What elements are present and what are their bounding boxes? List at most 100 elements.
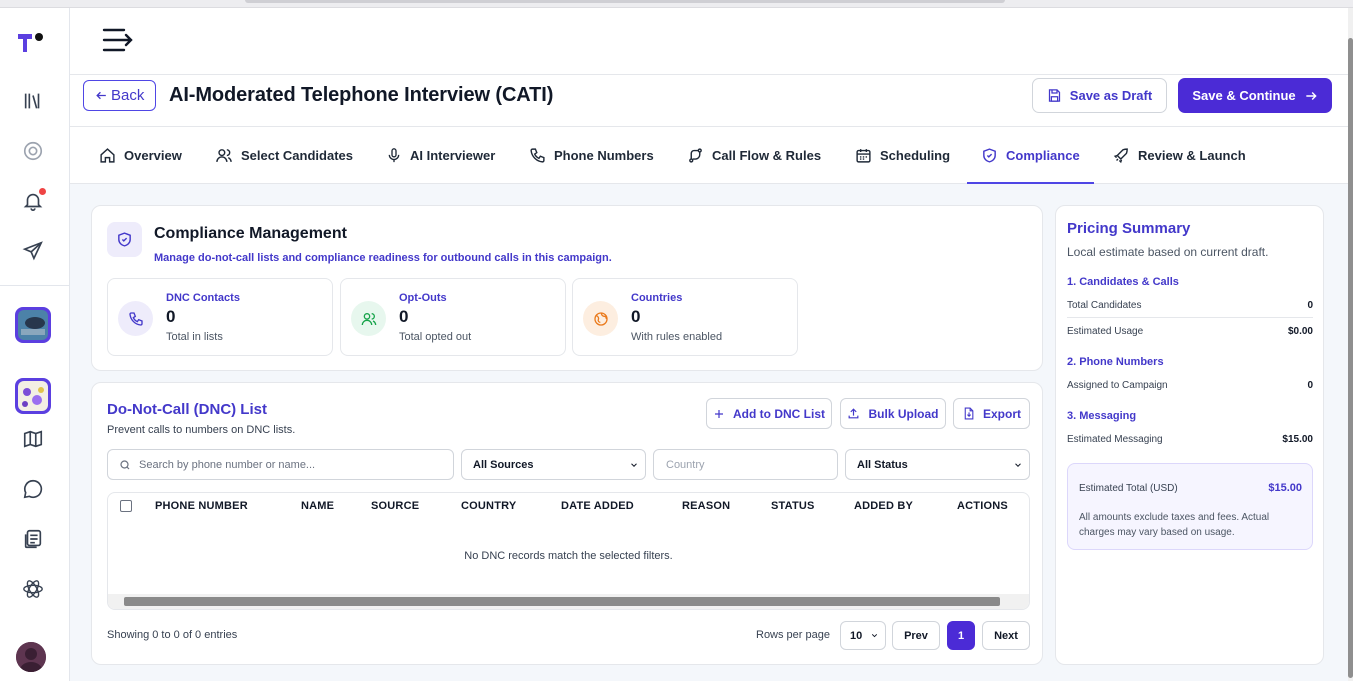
column-header[interactable]: SOURCE: [371, 500, 419, 512]
tab-label: Review & Launch: [1138, 148, 1246, 163]
stat-value: 0: [166, 307, 176, 326]
pricing-row-value: 0: [1307, 299, 1313, 311]
next-page-button[interactable]: Next: [982, 621, 1030, 650]
file-export-icon: [964, 407, 974, 420]
country-input[interactable]: Country: [653, 449, 838, 480]
app-thumbnail-1[interactable]: [15, 307, 51, 343]
map-icon[interactable]: [20, 426, 46, 452]
aperture-icon[interactable]: [20, 138, 46, 164]
tab-overview[interactable]: Overview: [99, 127, 182, 184]
page-scrollbar[interactable]: [1348, 8, 1353, 681]
send-icon[interactable]: [20, 238, 46, 264]
prev-page-button[interactable]: Prev: [892, 621, 940, 650]
page-1-button[interactable]: 1: [947, 621, 975, 650]
pricing-row-label: Assigned to Campaign: [1067, 379, 1168, 391]
atom-icon[interactable]: [20, 576, 46, 602]
tab-phone-numbers[interactable]: Phone Numbers: [529, 127, 654, 184]
tab-scheduling[interactable]: Scheduling: [855, 127, 950, 184]
app-header: [70, 8, 1350, 74]
branch-icon: [689, 148, 702, 163]
pricing-section-heading: 1. Candidates & Calls: [1067, 276, 1179, 288]
menu-toggle-icon[interactable]: [102, 26, 138, 56]
stat-caption: Total opted out: [399, 331, 472, 343]
column-header[interactable]: NAME: [301, 500, 334, 512]
phone-icon: [530, 148, 545, 163]
tab-label: Call Flow & Rules: [712, 148, 822, 163]
app-thumbnail-2[interactable]: [15, 378, 51, 414]
back-button[interactable]: Back: [83, 80, 157, 111]
column-header[interactable]: DATE ADDED: [561, 500, 634, 512]
page-header: Back AI-Moderated Telephone Interview (C…: [70, 74, 1348, 127]
chevron-down-icon: [871, 634, 878, 638]
table-horizontal-scrollbar[interactable]: [108, 594, 1029, 609]
section-title: Compliance Management: [154, 225, 347, 242]
dnc-subtitle: Prevent calls to numbers on DNC lists.: [107, 424, 296, 436]
bell-icon[interactable]: [20, 188, 46, 214]
export-button[interactable]: Export: [953, 398, 1030, 429]
pricing-row-label: Estimated Messaging: [1067, 433, 1163, 445]
avatar[interactable]: [16, 642, 46, 672]
tab-ai-interviewer[interactable]: AI Interviewer: [386, 127, 495, 184]
browser-tab-bar: [245, 0, 1005, 3]
stat-value: 0: [631, 307, 641, 326]
tab-select-candidates[interactable]: Select Candidates: [215, 127, 353, 184]
column-header[interactable]: COUNTRY: [461, 500, 516, 512]
sidebar-divider: [0, 285, 70, 286]
shield-icon: [107, 222, 142, 257]
source-filter-select[interactable]: All Sources: [461, 449, 646, 480]
tab-call-flow-rules[interactable]: Call Flow & Rules: [687, 127, 821, 184]
upload-icon: [849, 408, 859, 419]
stat-label: Countries: [631, 292, 683, 304]
browser-top-strip: [0, 0, 1353, 8]
empty-state-message: No DNC records match the selected filter…: [464, 550, 673, 562]
bulk-upload-button[interactable]: Bulk Upload: [840, 398, 946, 429]
save-icon: [1048, 89, 1060, 102]
notification-dot: [39, 188, 46, 195]
pricing-row-value: $15.00: [1282, 433, 1313, 445]
library-icon[interactable]: [20, 88, 46, 114]
column-header[interactable]: STATUS: [771, 500, 815, 512]
stat-caption: Total in lists: [166, 331, 223, 343]
documents-icon[interactable]: [20, 526, 46, 552]
scrollbar-thumb[interactable]: [1348, 38, 1353, 678]
divider: [1067, 317, 1313, 318]
save-draft-button[interactable]: Save as Draft: [1032, 78, 1167, 113]
tab-review-launch[interactable]: Review & Launch: [1113, 127, 1246, 184]
pricing-summary-card: Pricing Summary Local estimate based on …: [1055, 205, 1324, 665]
scrollbar-thumb[interactable]: [124, 597, 1000, 606]
app-logo-icon[interactable]: [18, 32, 46, 54]
column-header[interactable]: PHONE NUMBER: [155, 500, 248, 512]
search-input[interactable]: Search by phone number or name...: [107, 449, 454, 480]
tab-compliance[interactable]: Compliance: [967, 127, 1094, 184]
pricing-section-heading: 3. Messaging: [1067, 410, 1137, 422]
column-header[interactable]: ADDED BY: [854, 500, 913, 512]
tab-label: Compliance: [1006, 148, 1080, 163]
users-icon: [351, 301, 386, 336]
dnc-title: Do-Not-Call (DNC) List: [107, 401, 267, 418]
chat-icon[interactable]: [20, 476, 46, 502]
stat-value: 0: [399, 307, 409, 326]
arrow-left-icon: [96, 91, 106, 100]
table-header: PHONE NUMBER NAME SOURCE COUNTRY DATE AD…: [108, 493, 1029, 521]
tab-label: Select Candidates: [241, 148, 353, 163]
column-header[interactable]: REASON: [682, 500, 730, 512]
button-label: Bulk Upload: [868, 406, 939, 421]
rows-per-page-select[interactable]: 10: [840, 621, 886, 650]
save-continue-button[interactable]: Save & Continue: [1178, 78, 1332, 113]
select-value: 10: [850, 629, 863, 642]
tab-label: AI Interviewer: [410, 148, 496, 163]
rocket-icon: [1113, 148, 1128, 164]
button-label: Export: [982, 406, 1021, 421]
select-all-checkbox[interactable]: [120, 500, 132, 512]
phone-icon: [118, 301, 153, 336]
add-to-dnc-button[interactable]: Add to DNC List: [706, 398, 832, 429]
column-header[interactable]: ACTIONS: [957, 500, 1008, 512]
pricing-row: Assigned to Campaign 0: [1067, 375, 1313, 395]
status-filter-select[interactable]: All Status: [845, 449, 1030, 480]
pricing-title: Pricing Summary: [1067, 220, 1191, 237]
plus-icon: [715, 409, 723, 418]
pricing-subtitle: Local estimate based on current draft.: [1067, 245, 1269, 259]
dnc-table: PHONE NUMBER NAME SOURCE COUNTRY DATE AD…: [107, 492, 1030, 610]
pricing-section-heading: 2. Phone Numbers: [1067, 356, 1164, 368]
entries-summary: Showing 0 to 0 of 0 entries: [107, 629, 238, 641]
